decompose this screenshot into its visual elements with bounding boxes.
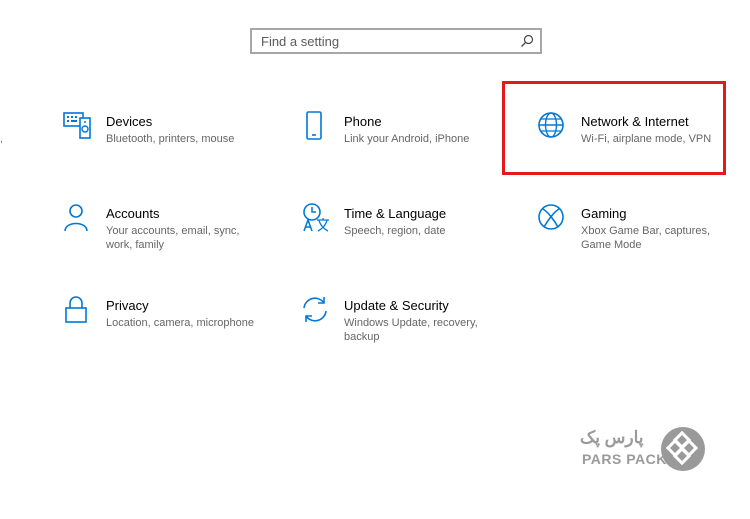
tile-title: Accounts [106,206,160,221]
partial-tile-edge: , [0,134,3,145]
search-input[interactable]: Find a setting [261,34,339,49]
logo-text-fa: پارس پک [580,428,644,447]
lock-icon [65,296,87,323]
pars-pack-logo: پارس پک PARS PACK [580,424,708,474]
highlight-box [502,81,726,175]
tile-description: Location, camera, microphone [106,317,254,329]
logo-text-en: PARS PACK [582,451,667,467]
tile-title: Phone [344,114,382,129]
tile-description: Xbox Game Bar, captures, Game Mode [581,225,711,251]
logo-icon [661,427,705,471]
time-language-icon [303,203,329,232]
phone-icon [306,111,322,140]
person-icon [64,204,88,232]
tile-title: Time & Language [344,206,447,221]
keyboard-icon [63,112,91,139]
tile-description: Speech, region, date [344,225,446,237]
search-box[interactable]: Find a setting [250,28,542,54]
tile-title: Devices [106,114,153,129]
tile-description: Your accounts, email, sync, work, family [106,225,240,251]
tile-title: Gaming [581,206,627,221]
tile-description: Link your Android, iPhone [344,133,470,145]
tile-description: Bluetooth, printers, mouse [106,133,235,145]
tile-title: Update & Security [344,298,449,313]
tile-description: Windows Update, recovery, backup [344,317,478,343]
tile-title: Privacy [106,298,149,313]
sync-icon [303,297,327,322]
xbox-icon [538,204,564,230]
search-icon[interactable] [520,34,534,48]
